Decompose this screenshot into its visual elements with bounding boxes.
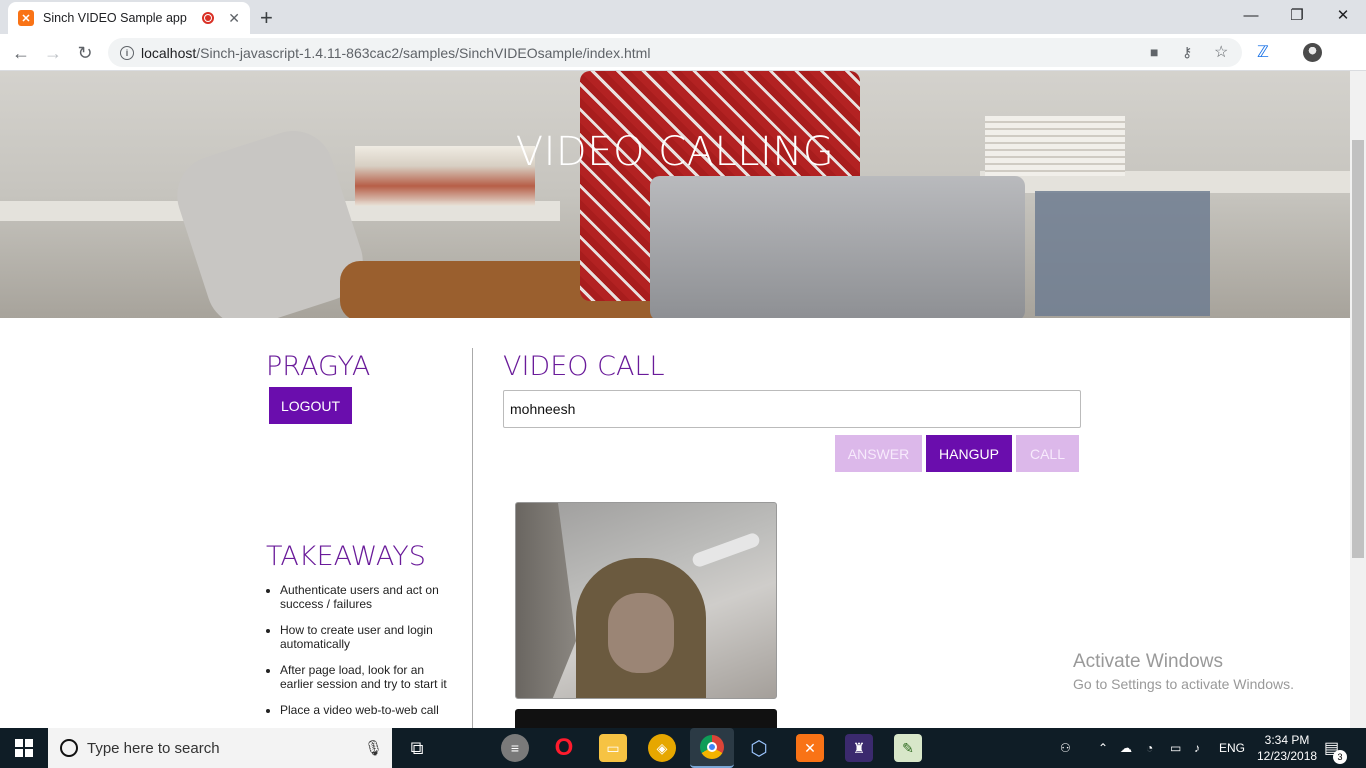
browser-toolbar: ← → ↻ i localhost/Sinch-javascript-1.4.1… <box>0 34 1366 71</box>
opera-icon[interactable]: O <box>550 734 578 762</box>
scrollbar-thumb[interactable] <box>1352 140 1364 558</box>
game-app-icon[interactable]: ♜ <box>845 734 873 762</box>
notepad-app-icon[interactable]: ✎ <box>894 734 922 762</box>
url-path: /Sinch-javascript-1.4.11-863cac2/samples… <box>196 44 651 61</box>
virtualbox-icon[interactable]: ⬡ <box>745 734 773 762</box>
answer-button[interactable]: ANSWER <box>835 435 922 472</box>
list-item: Place a video web-to-web call <box>280 703 456 717</box>
search-placeholder: Type here to search <box>87 739 220 757</box>
reload-button[interactable]: ↻ <box>72 40 98 66</box>
video-shadow-shape <box>516 503 576 698</box>
wifi-icon[interactable]: ◔ <box>1146 728 1153 768</box>
clock-time: 3:34 PM <box>1264 733 1310 747</box>
hero-banner: VIDEO CALLING <box>0 71 1350 318</box>
xampp-favicon-icon: ✕ <box>18 10 34 26</box>
new-tab-button[interactable]: + <box>260 5 273 31</box>
list-item: Authenticate users and act on success / … <box>280 583 456 611</box>
windows-taskbar: Type here to search 🎙 ⧉ ≡ O ▭ ◈ ⬡ ✕ ♜ ✎ … <box>0 728 1366 768</box>
takeaways-heading: TAKEAWAYS <box>266 541 426 572</box>
bookmark-star-icon[interactable]: ☆ <box>1214 42 1228 62</box>
minimize-button[interactable]: — <box>1228 0 1274 30</box>
extension-icon[interactable]: ℤ <box>1257 42 1269 62</box>
tray-chevron-icon[interactable]: ⌃ <box>1098 728 1108 768</box>
windows-logo-icon <box>15 739 33 757</box>
key-icon[interactable]: ⚷ <box>1182 44 1192 61</box>
tab-title: Sinch VIDEO Sample app <box>43 11 187 25</box>
chrome-taskbar-button[interactable] <box>690 728 734 768</box>
onedrive-icon[interactable]: ☁ <box>1120 728 1132 768</box>
profile-avatar[interactable] <box>1303 43 1322 62</box>
video-person-face <box>608 593 674 673</box>
close-window-button[interactable]: ✕ <box>1320 0 1366 30</box>
column-divider <box>472 348 473 728</box>
battery-icon[interactable]: ▭ <box>1170 728 1181 768</box>
back-button[interactable]: ← <box>8 40 34 66</box>
list-item: After page load, look for an earlier ses… <box>280 663 456 691</box>
browser-tab-strip: ✕ Sinch VIDEO Sample app ✕ + — ❐ ✕ <box>0 0 1366 34</box>
info-icon[interactable]: i <box>120 45 134 60</box>
clock-date: 12/23/2018 <box>1257 749 1318 763</box>
notification-badge: 3 <box>1333 750 1347 764</box>
activate-windows-subtitle: Go to Settings to activate Windows. <box>1073 676 1294 692</box>
web-page: VIDEO CALLING PRAGYA LOGOUT TAKEAWAYS Au… <box>0 71 1350 728</box>
forward-button[interactable]: → <box>40 40 66 66</box>
callee-input[interactable]: mohneesh <box>503 390 1081 428</box>
camera-icon[interactable]: ■ <box>1150 44 1158 60</box>
takeaways-list: Authenticate users and act on success / … <box>266 583 456 728</box>
database-app-icon[interactable]: ≡ <box>501 734 529 762</box>
logout-button[interactable]: LOGOUT <box>269 387 352 424</box>
url-host: localhost <box>141 44 197 61</box>
chrome-icon <box>700 735 724 759</box>
list-item: How to create user and login automatical… <box>280 623 456 651</box>
system-clock[interactable]: 3:34 PM 12/23/2018 <box>1257 732 1317 764</box>
local-video <box>515 709 777 728</box>
people-icon[interactable]: ⚇ <box>1060 728 1071 768</box>
hangup-button[interactable]: HANGUP <box>926 435 1012 472</box>
language-indicator[interactable]: ENG <box>1219 728 1245 768</box>
page-title: VIDEO CALLING <box>515 129 835 175</box>
activate-windows-title: Activate Windows <box>1073 651 1223 672</box>
taskbar-search[interactable]: Type here to search 🎙 <box>48 728 392 768</box>
user-panel: PRAGYA <box>266 351 456 382</box>
video-fan <box>690 531 762 569</box>
xampp-icon[interactable]: ✕ <box>796 734 824 762</box>
cortana-icon <box>60 739 78 757</box>
file-explorer-icon[interactable]: ▭ <box>599 734 627 762</box>
browser-tab[interactable]: ✕ Sinch VIDEO Sample app ✕ <box>8 2 250 34</box>
video-call-heading: VIDEO CALL <box>503 351 665 382</box>
call-button[interactable]: CALL <box>1016 435 1079 472</box>
address-bar[interactable]: i localhost/Sinch-javascript-1.4.11-863c… <box>108 38 1242 67</box>
start-button[interactable] <box>0 728 48 768</box>
volume-icon[interactable]: ♪ <box>1194 728 1200 768</box>
task-view-icon[interactable]: ⧉ <box>403 734 431 762</box>
brave-icon[interactable]: ◈ <box>648 734 676 762</box>
username-heading: PRAGYA <box>266 351 371 382</box>
microphone-icon[interactable]: 🎙 <box>364 739 383 757</box>
remote-video <box>515 502 777 699</box>
close-tab-icon[interactable]: ✕ <box>228 10 240 27</box>
maximize-button[interactable]: ❐ <box>1274 0 1320 30</box>
hero-box <box>1035 191 1210 316</box>
hero-laptop <box>650 176 1025 318</box>
recording-icon <box>202 12 215 24</box>
